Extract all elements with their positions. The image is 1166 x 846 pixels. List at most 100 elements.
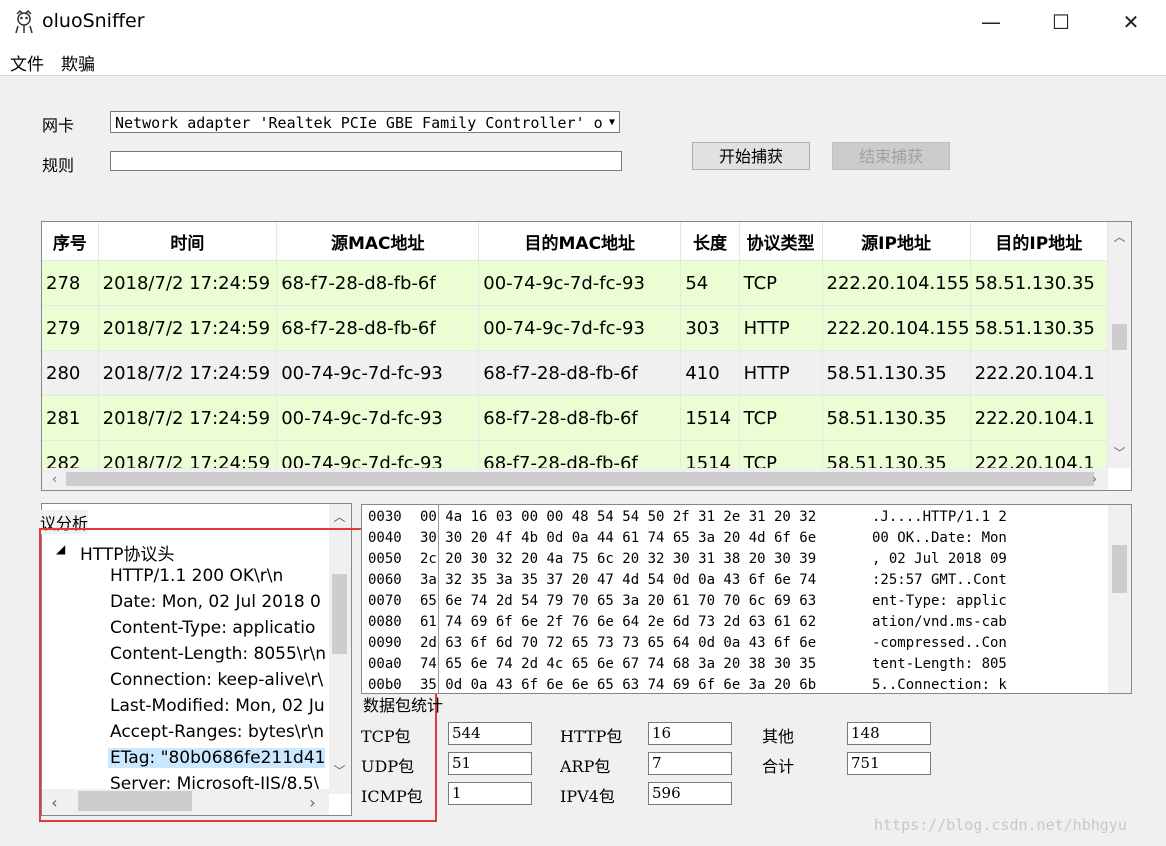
hex-offset: 0040 xyxy=(368,530,402,546)
scroll-down-icon[interactable]: ﹀ xyxy=(1111,444,1128,461)
nic-select[interactable]: Network adapter 'Realtek PCIe GBE Family… xyxy=(110,111,620,133)
cell-len: 1514 xyxy=(680,395,740,441)
hex-ascii: ation/vnd.ms-cab xyxy=(872,614,1007,630)
scroll-left-icon[interactable]: ‹ xyxy=(46,472,63,486)
cell-no: 280 xyxy=(42,350,99,396)
hex-ascii: 5..Connection: k xyxy=(872,677,1007,693)
cell-time: 2018/7/2 17:24:59 xyxy=(98,305,278,351)
column-header[interactable]: 协议类型 xyxy=(739,222,823,261)
stat-label: 合计 xyxy=(762,757,795,776)
h-scroll-thumb[interactable] xyxy=(66,472,1094,486)
hex-vertical-scrollbar[interactable] xyxy=(1108,505,1131,693)
hex-dump-panel[interactable]: 0030 00 4a 16 03 00 00 48 54 54 50 2f 31 … xyxy=(361,504,1132,694)
cell-time: 2018/7/2 17:24:59 xyxy=(98,440,278,468)
column-header[interactable]: 序号 xyxy=(42,222,99,261)
table-header: 序号 时间 源MAC地址 目的MAC地址 长度 协议类型 源IP地址 目的IP地址 xyxy=(42,222,1108,261)
rule-input[interactable] xyxy=(110,151,622,171)
table-row[interactable]: 281 2018/7/2 17:24:59 00-74-9c-7d-fc-93 68-… xyxy=(42,395,1108,441)
cell-no: 279 xyxy=(42,305,99,351)
table-row[interactable]: 280 2018/7/2 17:24:59 00-74-9c-7d-fc-93 68-… xyxy=(42,350,1108,396)
cell-dst-ip: 222.20.104.1 xyxy=(970,350,1108,396)
cell-src-mac: 00-74-9c-7d-fc-93 xyxy=(276,440,480,468)
close-button[interactable]: ✕ xyxy=(1096,0,1166,45)
scroll-up-icon[interactable]: ︿ xyxy=(331,508,348,525)
hex-bytes: 3a 32 35 3a 35 37 20 47 4d 54 0d 0a 43 6… xyxy=(420,572,817,588)
stat-value: 148 xyxy=(847,722,931,745)
hex-offset: 0070 xyxy=(368,593,402,609)
cell-len: 410 xyxy=(680,350,740,396)
minimize-icon: — xyxy=(981,10,1001,34)
cell-no: 281 xyxy=(42,395,99,441)
scroll-up-icon[interactable]: ︿ xyxy=(1111,228,1128,245)
hex-offset: 00a0 xyxy=(368,656,402,672)
column-header[interactable]: 目的IP地址 xyxy=(970,222,1108,261)
packet-table: 序号 时间 源MAC地址 目的MAC地址 长度 协议类型 源IP地址 目的IP地址 278 20… xyxy=(41,221,1132,491)
scroll-right-icon[interactable]: › xyxy=(1086,472,1103,486)
cell-src-ip: 58.51.130.35 xyxy=(822,395,971,441)
menu-bar: 文件 欺骗 xyxy=(0,45,1166,76)
start-capture-button[interactable]: 开始捕获 xyxy=(692,142,810,170)
table-vertical-scrollbar[interactable]: ︿ ﹀ xyxy=(1108,222,1131,468)
menu-spoof[interactable]: 欺骗 xyxy=(61,50,95,75)
column-header[interactable]: 时间 xyxy=(98,222,278,261)
minimize-button[interactable]: — xyxy=(956,0,1026,45)
cell-src-mac: 00-74-9c-7d-fc-93 xyxy=(276,350,480,396)
scroll-thumb[interactable] xyxy=(1112,545,1127,593)
column-header[interactable]: 长度 xyxy=(680,222,740,261)
column-header[interactable]: 源IP地址 xyxy=(822,222,971,261)
hex-bytes: 61 74 69 6f 6e 2f 76 6e 64 2e 6d 73 2d 6… xyxy=(420,614,817,630)
hex-ascii: ent-Type: applic xyxy=(872,593,1007,609)
stop-capture-button[interactable]: 结束捕获 xyxy=(832,142,950,170)
watermark: https://blog.csdn.net/hbhgyu xyxy=(874,816,1127,834)
stat-label: 其他 xyxy=(762,727,795,746)
stat-label: HTTP包 xyxy=(560,727,623,746)
scroll-thumb[interactable] xyxy=(1112,324,1127,350)
column-header[interactable]: 源MAC地址 xyxy=(276,222,480,261)
cell-dst-mac: 68-f7-28-d8-fb-6f xyxy=(478,395,682,441)
stat-label: IPV4包 xyxy=(560,787,615,806)
hex-bytes: 65 6e 74 2d 54 79 70 65 3a 20 61 70 70 6… xyxy=(420,593,817,609)
nic-label: 网卡 xyxy=(42,116,75,135)
stat-value: 51 xyxy=(448,752,532,775)
cell-dst-mac: 00-74-9c-7d-fc-93 xyxy=(478,260,682,306)
cell-dst-mac: 68-f7-28-d8-fb-6f xyxy=(478,350,682,396)
table-horizontal-scrollbar[interactable]: ‹ › xyxy=(42,468,1108,490)
nic-select-value: Network adapter 'Realtek PCIe GBE Family… xyxy=(115,114,603,132)
stat-label: TCP包 xyxy=(361,727,411,746)
hex-offset: 0090 xyxy=(368,635,402,651)
stat-value: 596 xyxy=(648,782,732,805)
hex-ascii: tent-Length: 805 xyxy=(872,656,1007,672)
table-row[interactable]: 282 2018/7/2 17:24:59 00-74-9c-7d-fc-93 68-… xyxy=(42,440,1108,468)
stat-value: 7 xyxy=(648,752,732,775)
cell-src-mac: 00-74-9c-7d-fc-93 xyxy=(276,395,480,441)
dropdown-arrow-icon: ▼ xyxy=(606,112,615,132)
cell-proto: TCP xyxy=(739,395,823,441)
cell-time: 2018/7/2 17:24:59 xyxy=(98,395,278,441)
window-title: oluoSniffer xyxy=(42,10,145,32)
stat-label: ARP包 xyxy=(560,757,611,776)
cell-no: 278 xyxy=(42,260,99,306)
stat-value: 751 xyxy=(847,752,931,775)
column-header[interactable]: 目的MAC地址 xyxy=(478,222,682,261)
cell-src-mac: 68-f7-28-d8-fb-6f xyxy=(276,305,480,351)
packet-grid: 序号 时间 源MAC地址 目的MAC地址 长度 协议类型 源IP地址 目的IP地址 278 20… xyxy=(42,222,1108,468)
cell-time: 2018/7/2 17:24:59 xyxy=(98,260,278,306)
maximize-button[interactable]: ☐ xyxy=(1026,0,1096,45)
hex-ascii: .J....HTTP/1.1 2 xyxy=(872,509,1007,525)
cell-src-ip: 222.20.104.155 xyxy=(822,260,971,306)
app-icon xyxy=(15,10,33,34)
cell-src-mac: 68-f7-28-d8-fb-6f xyxy=(276,260,480,306)
stat-label: UDP包 xyxy=(361,757,415,776)
menu-file[interactable]: 文件 xyxy=(10,50,44,75)
hex-bytes: 35 0d 0a 43 6f 6e 6e 65 63 74 69 6f 6e 3… xyxy=(420,677,817,693)
table-row[interactable]: 279 2018/7/2 17:24:59 68-f7-28-d8-fb-6f 00-… xyxy=(42,305,1108,351)
hex-ascii: -compressed..Con xyxy=(872,635,1007,651)
hex-bytes: 74 65 6e 74 2d 4c 65 6e 67 74 68 3a 20 3… xyxy=(420,656,817,672)
cell-dst-ip: 222.20.104.1 xyxy=(970,440,1108,468)
hex-offset: 0050 xyxy=(368,551,402,567)
hex-ascii: 00 OK..Date: Mon xyxy=(872,530,1007,546)
cell-no: 282 xyxy=(42,440,99,468)
table-row[interactable]: 278 2018/7/2 17:24:59 68-f7-28-d8-fb-6f 00-… xyxy=(42,260,1108,306)
hex-bytes: 30 30 20 4f 4b 0d 0a 44 61 74 65 3a 20 4… xyxy=(420,530,817,546)
stat-label: ICMP包 xyxy=(361,787,423,806)
